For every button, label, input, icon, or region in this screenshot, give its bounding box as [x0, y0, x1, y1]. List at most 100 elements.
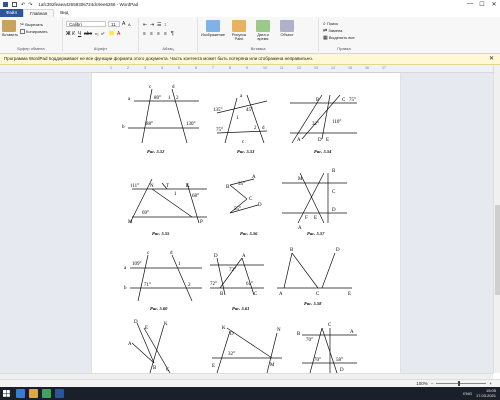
minimize-button[interactable]: —	[464, 1, 476, 8]
ruler[interactable]: 1 2 3 4 5 6 7 8 9 10 11 12 13 14 15 16 17	[0, 65, 493, 73]
subscript-button[interactable]: x₂	[95, 31, 99, 36]
fig-label: 61°	[246, 282, 253, 287]
ruler-tick: 16	[365, 66, 369, 70]
document-page[interactable]: c d a b 80° 1 2 88° 130° Рис. 5.52 a 135…	[92, 73, 400, 374]
tab-view[interactable]: Вид	[54, 9, 74, 17]
fig-label: C	[316, 292, 320, 297]
font-size-field[interactable]: 11	[108, 21, 120, 27]
fig-label: 32°	[228, 352, 235, 357]
paragraph-settings-button[interactable]: ¶	[171, 31, 174, 37]
fig-label: 45°	[246, 108, 253, 113]
document-workspace: c d a b 80° 1 2 88° 130° Рис. 5.52 a 135…	[0, 73, 493, 374]
ruler-tick: 5	[178, 66, 180, 70]
select-all-button[interactable]: ▦ Выделить все	[323, 35, 355, 41]
clock-date[interactable]: 17.03.2021	[476, 393, 496, 398]
fig-label: 2	[254, 126, 257, 131]
zoom-level: 100%	[416, 381, 428, 386]
zoom-slider[interactable]	[436, 381, 487, 386]
figure-5-60: c d a 109° 1 b 71° 2	[124, 251, 191, 291]
insert-object-button[interactable]: Объект	[277, 20, 297, 37]
italic-button[interactable]: К	[72, 31, 75, 37]
select-all-icon: ▦	[323, 35, 328, 41]
fig-label: 80°	[154, 96, 161, 101]
scissors-icon: ✂	[20, 22, 25, 28]
grow-font-button[interactable]: A	[122, 21, 125, 27]
fig-label: b	[122, 125, 125, 130]
vertical-scroll-thumb[interactable]	[495, 205, 500, 295]
redo-icon[interactable]: ↷	[28, 2, 32, 8]
paste-icon	[2, 20, 16, 32]
clipboard-group: Вставить ✂Вырезать Копировать Буфер обме…	[0, 18, 63, 52]
tab-file[interactable]: Файл	[0, 9, 24, 17]
taskbar-app-icon[interactable]	[55, 389, 64, 398]
fig-label: a	[124, 266, 127, 271]
bold-button[interactable]: Ж	[66, 31, 71, 37]
decrease-indent-button[interactable]: ⇤	[143, 22, 147, 28]
taskbar-app-icon[interactable]	[29, 389, 38, 398]
cut-label: Вырезать	[25, 22, 43, 28]
replace-button[interactable]: ⇄ Замена	[323, 28, 342, 34]
fig-label: P	[200, 220, 203, 225]
insert-image-button[interactable]: Изображение	[201, 20, 225, 37]
vertical-scrollbar[interactable]	[493, 65, 500, 373]
close-button[interactable]: ✕	[488, 1, 500, 8]
font-color-button[interactable]: A	[117, 31, 120, 37]
windows-start-icon[interactable]	[3, 390, 10, 397]
fig-label: 68°	[192, 194, 199, 199]
zoom-in-button[interactable]: +	[489, 381, 492, 386]
ruler-tick: 4	[161, 66, 163, 70]
datetime-button[interactable]: Дата и время	[253, 20, 273, 41]
zoom-slider-knob[interactable]	[458, 381, 461, 386]
list-button[interactable]: ☰	[157, 22, 161, 28]
underline-button[interactable]: Ч	[78, 31, 81, 37]
quick-access-toolbar: ↶ ↷	[3, 2, 32, 8]
find-button[interactable]: ⌕ Поиск	[323, 21, 338, 27]
fig-label: T	[166, 184, 169, 189]
align-center-button[interactable]: ≡	[150, 31, 153, 37]
line-spacing-button[interactable]: ↕	[164, 22, 167, 28]
fig-label: 70°	[306, 338, 313, 343]
fig-label: 110°	[332, 120, 341, 125]
fig-label: C	[254, 292, 258, 297]
paint-drawing-button[interactable]: Рисунок Paint	[229, 20, 249, 41]
undo-icon[interactable]: ↶	[21, 2, 25, 8]
fig-label: E	[326, 138, 329, 143]
increase-indent-button[interactable]: ⇥	[150, 22, 154, 28]
language-indicator[interactable]: ENG	[463, 391, 472, 396]
justify-button[interactable]: ≡	[164, 31, 167, 37]
maximize-button[interactable]: ☐	[476, 1, 488, 8]
paragraph-group-label: Абзац	[162, 46, 174, 51]
paste-button[interactable]: Вставить	[2, 20, 18, 37]
highlight-color-button[interactable]	[109, 31, 114, 35]
superscript-button[interactable]: x²	[101, 31, 104, 36]
copy-icon	[20, 29, 25, 35]
ruler-tick: 17	[382, 66, 386, 70]
copy-label: Копировать	[26, 29, 48, 34]
align-right-button[interactable]: ≡	[157, 31, 160, 37]
fig-label: C	[332, 190, 336, 195]
fig-label: D	[214, 254, 218, 259]
save-icon[interactable]	[12, 2, 17, 7]
fig-label: M	[128, 220, 133, 225]
zoom-out-button[interactable]: −	[431, 381, 434, 386]
ruler-tick: 7	[212, 66, 214, 70]
fig-label: 130°	[186, 122, 196, 127]
ruler-tick: 1	[110, 66, 112, 70]
notice-close-button[interactable]: ✕	[489, 54, 494, 64]
fig-label: F	[305, 216, 308, 221]
align-left-button[interactable]: ≡	[143, 31, 146, 37]
shrink-font-button[interactable]: A	[128, 22, 131, 27]
taskbar-app-icon[interactable]	[16, 389, 25, 398]
compatibility-notice: Программа WordPad поддерживает не все фу…	[0, 54, 500, 65]
copy-button[interactable]: Копировать	[20, 29, 48, 35]
caption-5-60: Рис. 5.60	[150, 306, 168, 311]
fig-label: A	[297, 138, 301, 143]
cut-button[interactable]: ✂Вырезать	[20, 22, 43, 28]
strikethrough-button[interactable]: abc	[84, 31, 92, 37]
caption-5-52: Рис. 5.52	[147, 149, 165, 154]
font-name-field[interactable]: Calibri	[66, 21, 106, 27]
taskbar-app-icon[interactable]	[42, 389, 51, 398]
caption-5-61: Рис. 5.61	[232, 306, 249, 311]
tab-home[interactable]: Главная	[23, 9, 55, 17]
fig-label: a	[240, 94, 243, 99]
